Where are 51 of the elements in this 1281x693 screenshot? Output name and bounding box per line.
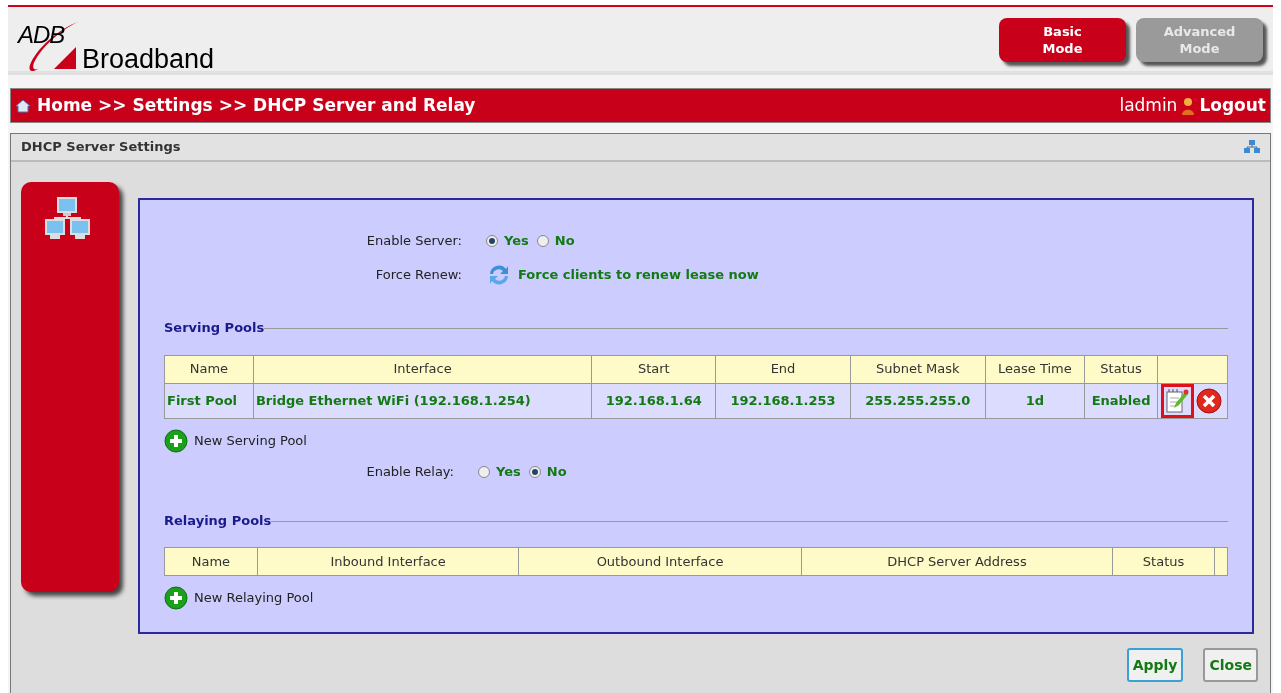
home-icon bbox=[15, 98, 31, 113]
dialog-button[interactable]: Apply bbox=[1126, 648, 1184, 682]
column-header: Name bbox=[164, 547, 258, 576]
radio-label: Yes bbox=[504, 232, 529, 251]
section-title: Serving Pools bbox=[164, 319, 265, 337]
radio-label: No bbox=[546, 462, 567, 481]
table-cell: First Pool bbox=[164, 383, 254, 418]
radio-button[interactable] bbox=[528, 465, 541, 478]
section-title: Relaying Pools bbox=[164, 511, 272, 530]
column-header: End bbox=[715, 355, 851, 383]
radio-label: No bbox=[554, 232, 575, 251]
new-relaying-pool-link[interactable]: New Relaying Pool bbox=[194, 588, 314, 608]
column-header: Status bbox=[1084, 355, 1158, 383]
user-icon bbox=[1182, 96, 1195, 115]
add-icon bbox=[164, 428, 188, 453]
radio-button[interactable] bbox=[536, 235, 549, 247]
field-label: Enable Server: bbox=[365, 232, 463, 251]
edit-button[interactable] bbox=[1161, 383, 1194, 418]
radio-label: Yes bbox=[496, 462, 521, 481]
table-cell: 1d bbox=[985, 383, 1085, 418]
force-renew-link[interactable]: Force clients to renew lease now bbox=[518, 265, 759, 285]
panel-title: DHCP Server Settings bbox=[21, 138, 181, 157]
field-label: Enable Relay: bbox=[365, 462, 455, 481]
breadcrumb-link[interactable]: Home >> Settings >> DHCP Server and Relay bbox=[37, 92, 476, 119]
notepad-pencil-icon bbox=[1165, 387, 1190, 414]
network-icon bbox=[1244, 140, 1260, 154]
table-cell: Bridge Ethernet WiFi (192.168.1.254) bbox=[253, 383, 592, 418]
add-icon bbox=[164, 586, 188, 610]
radio-button[interactable] bbox=[478, 465, 490, 478]
logout-link[interactable]: Logout bbox=[1199, 92, 1266, 119]
dialog-button[interactable]: Close bbox=[1203, 648, 1258, 682]
column-header: DHCP Server Address bbox=[801, 547, 1113, 576]
radio-button[interactable] bbox=[486, 235, 498, 247]
mode-button[interactable]: Basic Mode bbox=[999, 18, 1126, 62]
table-cell: 192.168.1.64 bbox=[591, 383, 716, 418]
column-header: Name bbox=[164, 355, 254, 383]
column-header: Start bbox=[591, 355, 716, 383]
username: ladmin bbox=[1119, 93, 1178, 117]
column-header: Outbound Interface bbox=[518, 547, 802, 576]
table-cell: 192.168.1.253 bbox=[715, 383, 851, 418]
table-cell: Enabled bbox=[1084, 383, 1158, 418]
column-header: Lease Time bbox=[985, 355, 1085, 383]
column-header: Status bbox=[1112, 547, 1215, 576]
new-serving-pool-link[interactable]: New Serving Pool bbox=[194, 430, 307, 451]
column-header: Subnet Mask bbox=[850, 355, 986, 383]
column-header: Interface bbox=[253, 355, 592, 383]
field-label: Force Renew: bbox=[374, 266, 463, 285]
delete-icon[interactable] bbox=[1196, 387, 1222, 414]
logo-text: Broadband bbox=[82, 43, 215, 76]
table-cell: 255.255.255.0 bbox=[850, 383, 986, 418]
column-header: Inbound Interface bbox=[257, 547, 519, 576]
